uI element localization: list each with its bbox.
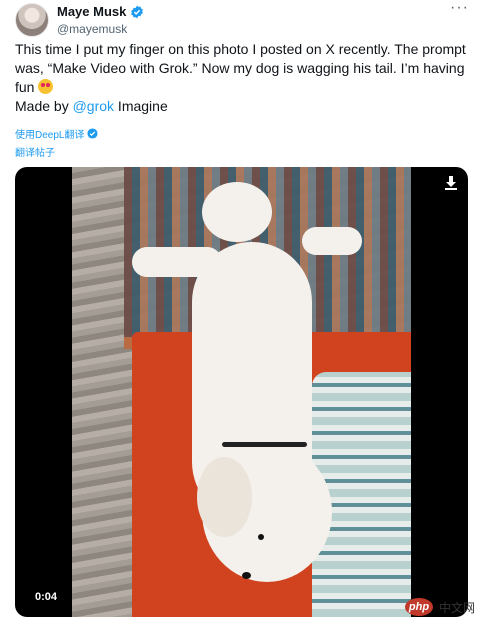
tweet-text: This time I put my finger on this photo … [15, 40, 470, 116]
video-frame [72, 167, 411, 617]
deepl-label-text: 使用DeepL翻译 [15, 130, 85, 141]
author-handle[interactable]: @mayemusk [57, 22, 127, 36]
php-logo: php [405, 598, 433, 616]
dog-collar [222, 442, 307, 447]
watermark: php 中文网 [405, 598, 475, 616]
dog-eye [258, 534, 264, 540]
author-row: Maye Musk [57, 4, 144, 19]
made-by-suffix: Imagine [114, 98, 168, 114]
dog-tail [202, 182, 272, 242]
video-player[interactable]: 0:04 [15, 167, 468, 617]
deepl-label[interactable]: 使用DeepL翻译 [15, 126, 99, 141]
dog-leg [302, 227, 362, 255]
translate-post-link[interactable]: 翻译帖子 [15, 144, 55, 159]
verified-icon [131, 5, 144, 18]
star-struck-emoji-icon [38, 79, 54, 94]
made-by-line: Made by @grok Imagine [15, 97, 470, 116]
tweet-line: This time I put my finger on this photo … [15, 40, 470, 97]
dog-nose [242, 572, 251, 579]
tweet-body: This time I put my finger on this photo … [15, 41, 466, 95]
avatar[interactable] [15, 3, 49, 37]
more-icon[interactable]: ··· [450, 0, 470, 19]
author-name[interactable]: Maye Musk [57, 4, 126, 19]
made-by-prefix: Made by [15, 98, 73, 114]
dog-ear [197, 457, 252, 537]
download-icon[interactable] [443, 175, 459, 191]
grok-mention-link[interactable]: @grok [73, 98, 114, 114]
deepl-check-icon [87, 128, 99, 139]
watermark-text: 中文网 [439, 600, 476, 615]
video-timestamp: 0:04 [29, 589, 64, 605]
